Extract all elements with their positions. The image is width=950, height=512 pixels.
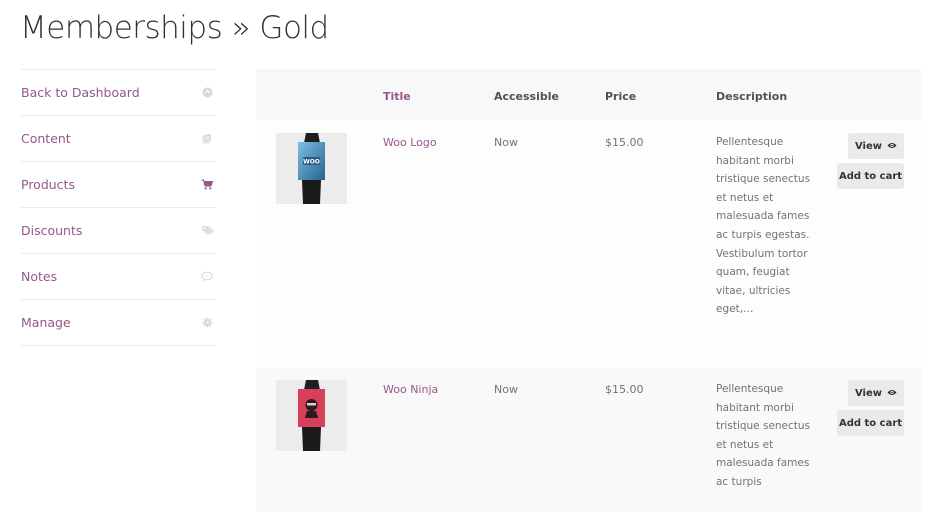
eye-icon <box>887 388 897 399</box>
sidebar-item-label: Back to Dashboard <box>21 85 140 100</box>
product-description: Pellentesque habitant morbi tristique se… <box>716 383 811 488</box>
gear-icon <box>200 316 214 330</box>
cart-icon <box>200 178 214 192</box>
sidebar-item-manage[interactable]: Manage <box>21 299 216 346</box>
sidebar-item-label: Notes <box>21 269 58 284</box>
view-button-label: View <box>854 140 882 152</box>
price-value: $15.00 <box>605 383 644 396</box>
sidebar-item-products[interactable]: Products <box>21 161 216 207</box>
dashboard-icon <box>200 86 214 100</box>
svg-text:WOO: WOO <box>303 159 320 166</box>
sidebar-item-back-to-dashboard[interactable]: Back to Dashboard <box>21 69 216 115</box>
eye-icon <box>887 141 897 152</box>
product-thumbnail-woo-logo[interactable]: WOO <box>276 133 347 204</box>
view-button[interactable]: View <box>848 133 904 159</box>
sidebar-item-notes[interactable]: Notes <box>21 253 216 299</box>
price-value: $15.00 <box>605 136 644 149</box>
add-to-cart-button[interactable]: Add to cart <box>837 163 904 189</box>
sidebar-item-label: Discounts <box>21 223 83 238</box>
column-header-accessible: Accessible <box>494 90 559 103</box>
page-title: Memberships » Gold <box>20 10 329 46</box>
sidebar-item-discounts[interactable]: Discounts <box>21 207 216 253</box>
product-thumbnail-woo-ninja[interactable] <box>276 380 347 451</box>
add-to-cart-button[interactable]: Add to cart <box>837 410 904 436</box>
products-table: Title Accessible Price Description WOO W… <box>256 69 921 512</box>
accessible-value: Now <box>494 136 518 149</box>
sidebar-item-label: Products <box>21 177 75 192</box>
column-header-price: Price <box>605 90 637 103</box>
column-header-description: Description <box>716 90 788 103</box>
view-button[interactable]: View <box>848 380 904 406</box>
sidebar-item-label: Content <box>21 131 71 146</box>
view-button-label: View <box>854 387 882 399</box>
table-row: WOO Woo Logo Now $15.00 Pellentesque hab… <box>256 120 921 367</box>
table-header: Title Accessible Price Description <box>256 69 921 120</box>
sidebar-nav: Back to Dashboard Content Products Disco… <box>21 69 216 346</box>
tag-icon <box>200 224 214 238</box>
product-description: Pellentesque habitant morbi tristique se… <box>716 136 811 316</box>
accessible-value: Now <box>494 383 518 396</box>
product-title-link[interactable]: Woo Logo <box>383 136 437 149</box>
content-icon <box>200 132 214 146</box>
table-row: Woo Ninja Now $15.00 Pellentesque habita… <box>256 367 921 512</box>
sidebar-item-content[interactable]: Content <box>21 115 216 161</box>
speech-bubble-icon <box>200 270 214 284</box>
column-header-title[interactable]: Title <box>383 90 411 103</box>
product-title-link[interactable]: Woo Ninja <box>383 383 438 396</box>
sidebar-item-label: Manage <box>21 315 71 330</box>
